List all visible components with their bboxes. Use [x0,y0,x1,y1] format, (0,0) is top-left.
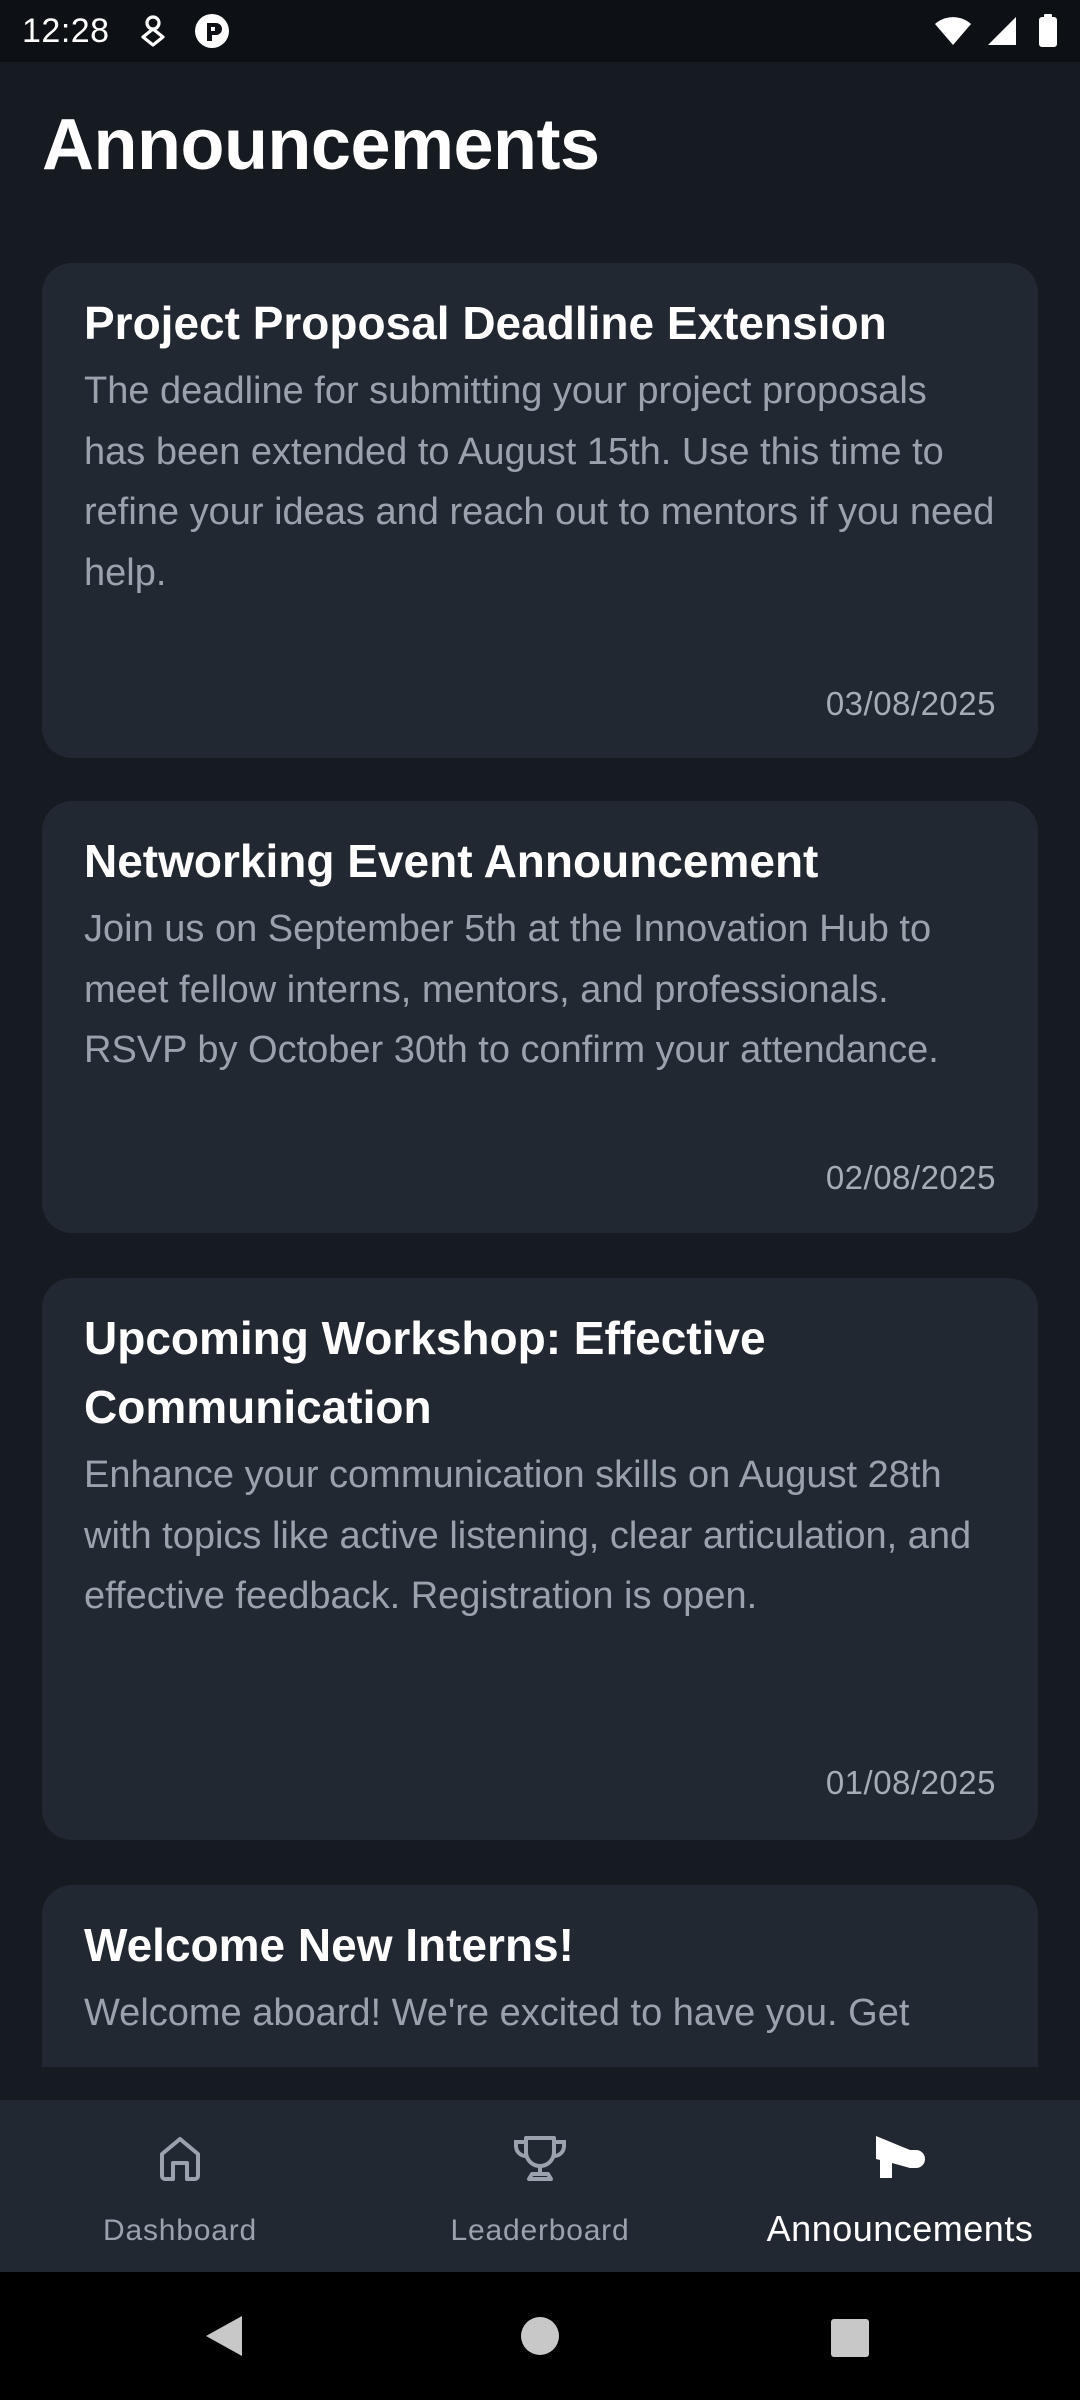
home-icon [152,2130,208,2191]
nav-item-dashboard[interactable]: Dashboard [0,2100,360,2272]
announcement-date: 02/08/2025 [825,1159,996,1196]
trophy-icon [508,2130,572,2191]
announcement-body: Join us on September 5th at the Innovati… [84,908,939,1071]
announcement-card[interactable]: Upcoming Workshop: Effective Communicati… [42,1278,1038,1840]
home-circle-icon[interactable] [520,2316,560,2361]
announcement-body: The deadline for submitting your project… [84,370,995,594]
announcement-list[interactable]: Project Proposal Deadline Extension The … [0,232,1080,2067]
nav-item-announcements[interactable]: Announcements [720,2100,1080,2272]
recents-square-icon[interactable] [830,2318,870,2363]
announcement-card[interactable]: Networking Event Announcement Join us on… [42,801,1038,1233]
page-title: Announcements [42,105,600,185]
nav-label: Dashboard [103,2214,257,2247]
announcement-date: 03/08/2025 [825,685,996,722]
announcement-title: Welcome New Interns! [84,1919,574,1971]
app-notification-icon [194,13,230,49]
announcement-title: Project Proposal Deadline Extension [84,297,887,349]
announcement-body: Enhance your communication skills on Aug… [84,1454,972,1617]
cellular-signal-icon [986,15,1018,47]
announcement-card[interactable]: Welcome New Interns! Welcome aboard! We'… [42,1885,1038,2067]
announcement-date: 01/08/2025 [825,1764,996,1801]
bottom-navigation: Dashboard Leaderboard Announcements [0,2100,1080,2272]
status-bar: 12:28 [0,0,1080,62]
status-time: 12:28 [22,11,110,50]
nav-label: Leaderboard [450,2214,630,2247]
announcement-title: Upcoming Workshop: Effective Communicati… [84,1312,766,1433]
battery-icon [1038,14,1058,48]
megaphone-icon [870,2130,930,2191]
announcement-body: Welcome aboard! We're excited to have yo… [84,1992,910,2034]
back-icon[interactable] [204,2314,244,2363]
wifi-icon [934,16,972,46]
announcement-title: Networking Event Announcement [84,835,819,887]
location-diamond-icon [138,15,168,47]
system-navigation-bar [0,2272,1080,2400]
nav-label: Announcements [766,2208,1034,2249]
header: Announcements [0,62,1080,232]
announcement-card[interactable]: Project Proposal Deadline Extension The … [42,263,1038,758]
nav-item-leaderboard[interactable]: Leaderboard [360,2100,720,2272]
